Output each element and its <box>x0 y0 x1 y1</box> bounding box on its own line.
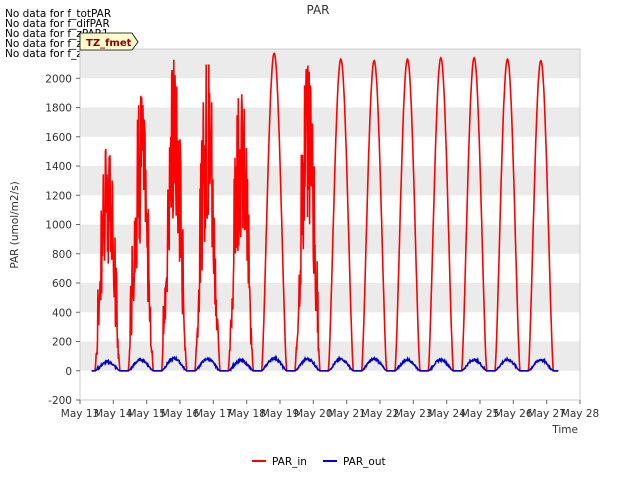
x-axis-title: Time <box>551 424 578 436</box>
par-chart: -200 0 200 400 600 800 1000 1200 1400 1600 1800 200… <box>9 3 599 468</box>
y-tick-label: 1600 <box>45 132 72 144</box>
y-tick-label: 1200 <box>45 190 72 202</box>
y-tick-label: 600 <box>52 278 72 290</box>
y-tick-label: -200 <box>48 395 72 407</box>
y-axis-ticks: -200 0 200 400 600 800 1000 1200 1400 1600 1800 200… <box>45 73 80 407</box>
y-tick-label: 2000 <box>45 73 72 85</box>
grid-band <box>80 224 580 254</box>
y-tick-label: 800 <box>52 249 72 261</box>
x-tick-label: May 28 <box>561 408 599 420</box>
grid-band <box>80 107 580 137</box>
legend-label-par-out: PAR_out <box>343 456 386 468</box>
series-line-par-in <box>91 51 559 372</box>
y-tick-label: 1800 <box>45 103 72 115</box>
y-tick-label: 0 <box>65 366 72 378</box>
site-badge: TZ_fmet <box>79 32 139 51</box>
y-axis-title: PAR (umol/m2/s) <box>9 181 21 268</box>
y-tick-label: 1400 <box>45 161 72 173</box>
y-tick-label: 400 <box>52 307 72 319</box>
chart-title: PAR <box>306 3 329 17</box>
grid-band <box>80 283 580 313</box>
legend-label-par-in: PAR_in <box>272 456 307 468</box>
y-tick-label: 1000 <box>45 220 72 232</box>
site-badge-text: TZ_fmet <box>86 38 132 49</box>
legend: PAR_in PAR_out <box>252 456 386 468</box>
grid-band <box>80 166 580 196</box>
y-tick-label: 200 <box>52 337 72 349</box>
series-lines <box>91 51 559 373</box>
x-axis-ticks: May 13May 14May 15May 16May 17May 18May … <box>61 400 599 420</box>
